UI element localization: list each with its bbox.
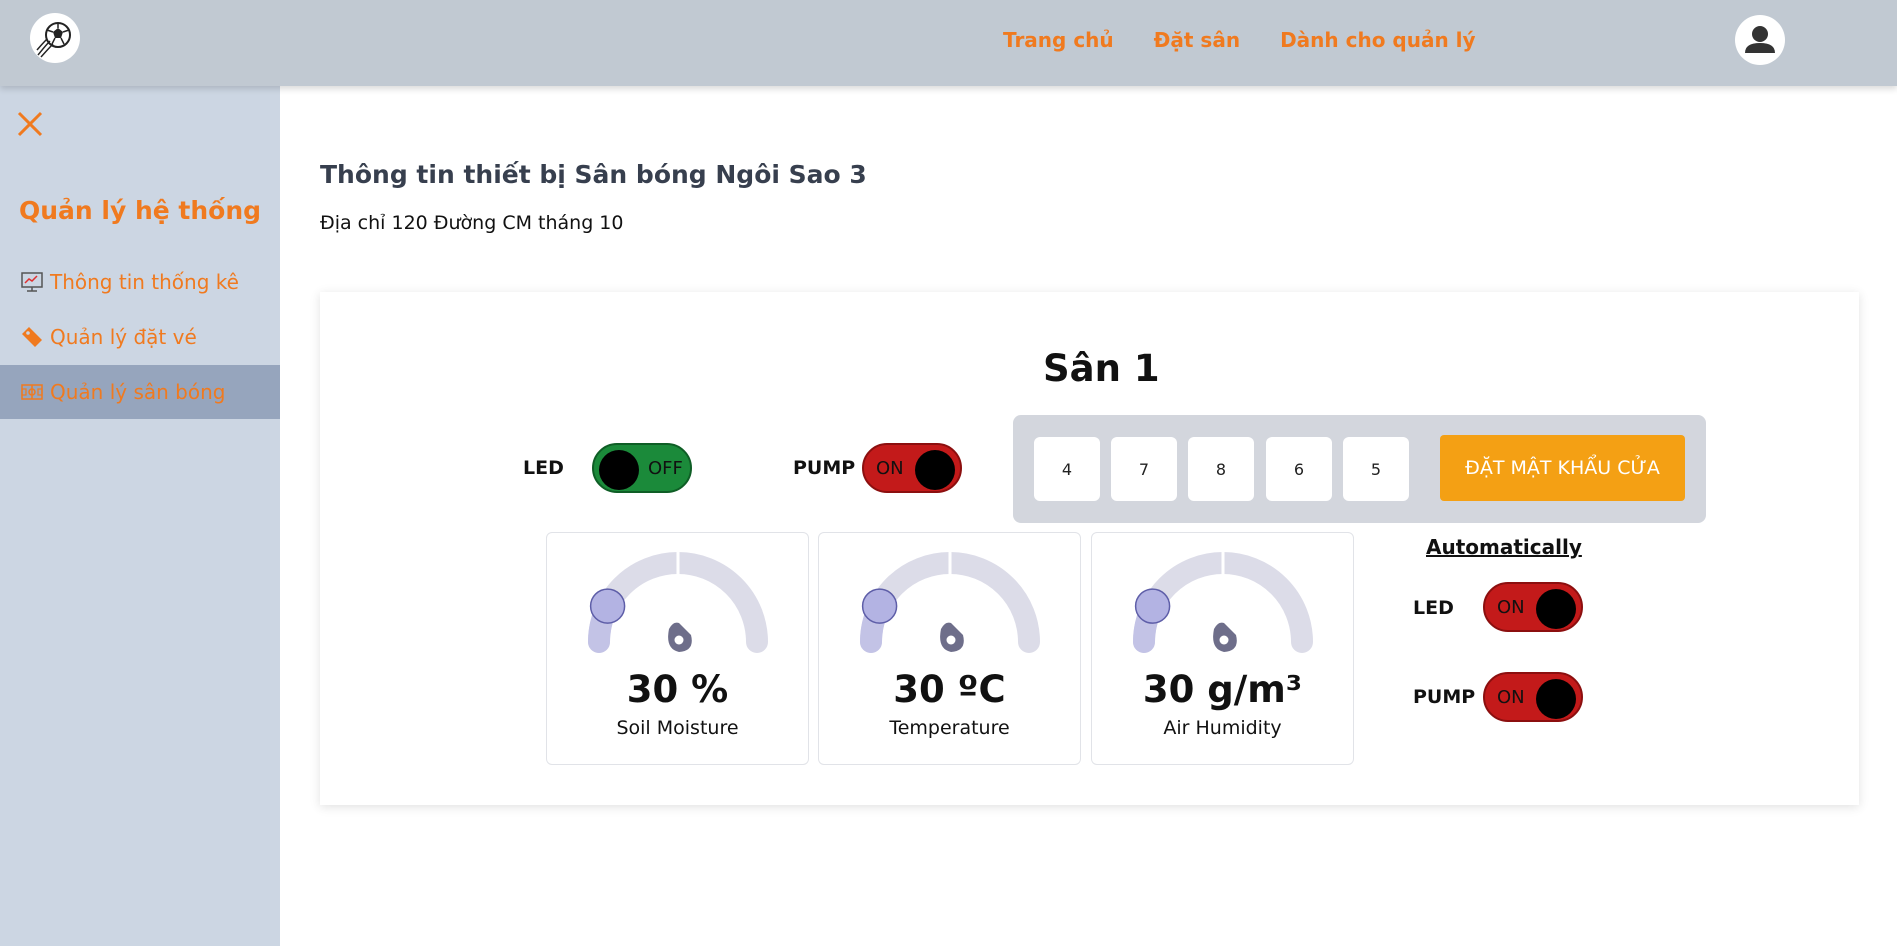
toggle-knob [1536,679,1576,719]
sidebar-item-label: Thông tin thống kê [50,270,239,294]
sensor-value: 30 g/m³ [1142,668,1303,711]
close-sidebar-button[interactable] [16,110,44,138]
sensor-soil-moisture: 30 % Soil Moisture [546,532,809,765]
automatic-title: Automatically [1426,535,1582,559]
sidebar-item-fields[interactable]: Quản lý sân bóng [0,365,280,419]
sensor-value: 30 % [626,668,729,711]
sidebar-title: Quản lý hệ thống [18,196,262,225]
led-toggle[interactable]: OFF [592,443,692,493]
user-icon [1745,26,1775,53]
led-label: LED [523,457,564,479]
door-password-panel: 4 7 8 6 5 ĐẶT MẬT KHẨU CỬA [1013,415,1706,523]
gauge-icon [1132,552,1313,653]
top-header: Trang chủ Đặt sân Dành cho quản lý [0,0,1897,86]
ticket-icon [20,325,44,349]
toggle-state: OFF [648,458,683,479]
password-digit[interactable]: 5 [1343,437,1409,501]
field-icon [20,380,44,404]
sensor-value: 30 ºC [893,668,1006,711]
sensor-temperature: 30 ºC Temperature [818,532,1081,765]
toggle-state: ON [1497,597,1525,618]
password-digit[interactable]: 6 [1266,437,1332,501]
password-digit[interactable]: 4 [1034,437,1100,501]
gauge-icon [587,552,768,653]
soccer-ball-logo-icon [36,22,71,58]
sensor-label: Soil Moisture [616,717,739,739]
password-digit[interactable]: 8 [1188,437,1254,501]
logo[interactable] [30,13,80,63]
auto-led-label: LED [1413,597,1454,619]
toggle-knob [599,450,639,490]
page-title: Thông tin thiết bị Sân bóng Ngôi Sao 3 [320,160,867,189]
auto-pump-toggle[interactable]: ON [1483,672,1583,722]
toggle-knob [915,450,955,490]
sidebar-item-label: Quản lý sân bóng [50,380,226,404]
gauge-icon [859,552,1040,653]
close-icon [17,111,43,137]
auto-pump-label: PUMP [1413,686,1476,708]
sidebar-item-tickets[interactable]: Quản lý đặt vé [0,310,280,364]
sensor-label: Air Humidity [1163,717,1282,739]
sensor-air-humidity: 30 g/m³ Air Humidity [1091,532,1354,765]
main-nav: Trang chủ Đặt sân Dành cho quản lý [1003,28,1476,52]
sidebar-item-statistics[interactable]: Thông tin thống kê [0,255,280,309]
sidebar-item-label: Quản lý đặt vé [50,325,197,349]
sidebar: Quản lý hệ thống Thông tin thống kê Quản… [0,86,280,946]
page-address: Địa chỉ 120 Đường CM tháng 10 [320,212,624,234]
auto-led-toggle[interactable]: ON [1483,582,1583,632]
pump-label: PUMP [793,457,856,479]
sensor-label: Temperature [889,717,1010,739]
user-avatar[interactable] [1735,15,1785,65]
toggle-knob [1536,589,1576,629]
toggle-state: ON [1497,687,1525,708]
toggle-state: ON [876,458,904,479]
set-door-password-button[interactable]: ĐẶT MẬT KHẨU CỬA [1440,435,1685,501]
field-name: Sân 1 [1043,347,1160,390]
nav-manager[interactable]: Dành cho quản lý [1280,28,1475,52]
password-digit[interactable]: 7 [1111,437,1177,501]
chart-icon [20,270,44,294]
nav-home[interactable]: Trang chủ [1003,28,1114,52]
nav-booking[interactable]: Đặt sân [1154,28,1240,52]
pump-toggle[interactable]: ON [862,443,962,493]
